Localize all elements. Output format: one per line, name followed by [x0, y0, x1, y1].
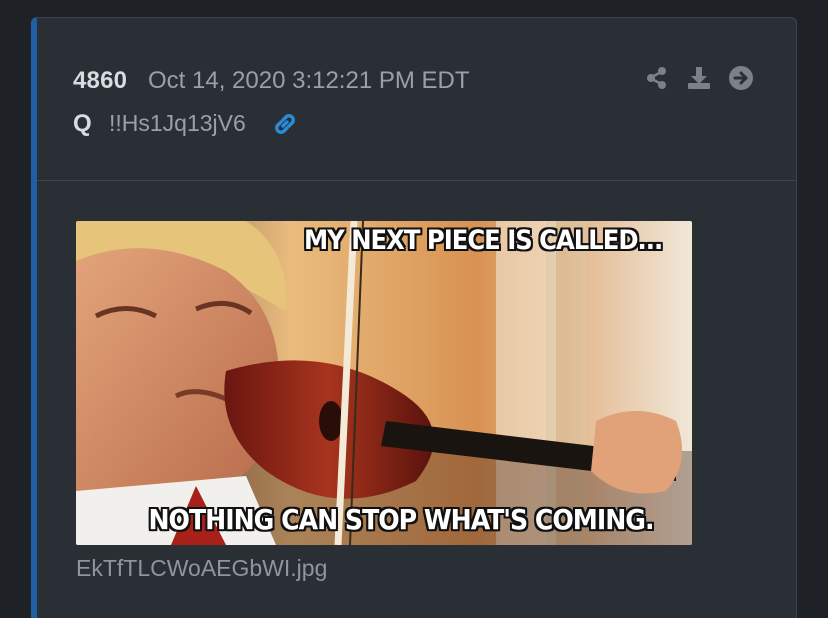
- post-author: Q: [73, 110, 92, 137]
- meme-bottom-caption: NOTHING CAN STOP WHAT'S COMING.: [148, 503, 654, 536]
- post-actions: [643, 64, 761, 94]
- download-icon[interactable]: [685, 64, 713, 92]
- arrow-circle-right-icon[interactable]: [727, 64, 755, 92]
- attachment-filename[interactable]: EkTfTLCWoAEGbWI.jpg: [76, 555, 327, 582]
- post-date: Oct 14, 2020 3:12:21 PM EDT: [148, 67, 470, 94]
- share-icon[interactable]: [643, 64, 671, 92]
- link-icon[interactable]: [271, 110, 299, 138]
- post-number[interactable]: 4860: [73, 67, 127, 95]
- attachment-image[interactable]: MY NEXT PIECE IS CALLED... NOTHING CAN S…: [76, 221, 692, 545]
- post-header: 4860 Oct 14, 2020 3:12:21 PM EDT Q !!Hs1…: [37, 18, 796, 181]
- post-tripcode: !!Hs1Jq13jV6: [109, 110, 246, 136]
- post-card: 4860 Oct 14, 2020 3:12:21 PM EDT Q !!Hs1…: [31, 17, 797, 618]
- meme-top-caption: MY NEXT PIECE IS CALLED...: [304, 225, 663, 256]
- page: 4860 Oct 14, 2020 3:12:21 PM EDT Q !!Hs1…: [0, 0, 828, 618]
